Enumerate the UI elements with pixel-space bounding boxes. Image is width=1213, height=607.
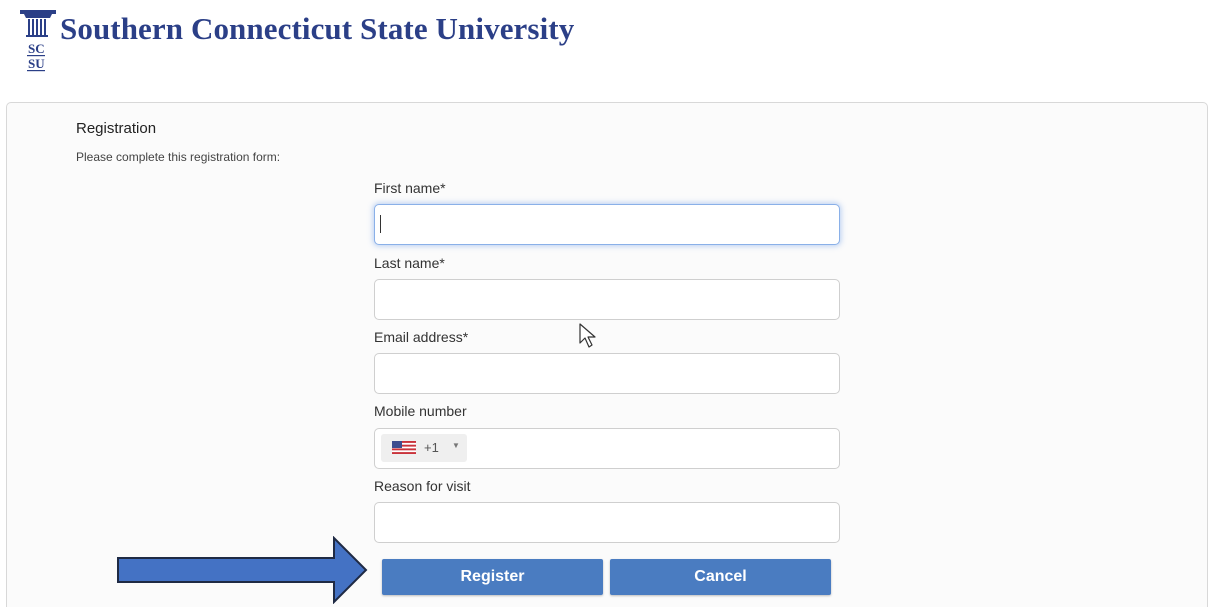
text-caret <box>380 215 381 233</box>
email-input[interactable] <box>374 353 840 394</box>
first-name-input[interactable] <box>374 204 840 245</box>
dial-code: +1 <box>424 440 439 455</box>
mobile-label: Mobile number <box>374 403 467 419</box>
registration-title: Registration <box>76 120 157 137</box>
page: SC SU Southern Connecticut State Univers… <box>0 0 1213 607</box>
chevron-down-icon: ▼ <box>452 441 460 450</box>
last-name-label: Last name* <box>374 255 445 271</box>
us-flag-icon <box>392 441 416 454</box>
right-arrow-annotation-icon <box>117 536 368 604</box>
mouse-pointer-icon <box>579 323 596 348</box>
first-name-label: First name* <box>374 180 446 196</box>
email-label: Email address* <box>374 329 469 345</box>
registration-subtitle: Please complete this registration form: <box>76 150 281 164</box>
cancel-button[interactable]: Cancel <box>610 559 831 595</box>
reason-input[interactable] <box>374 502 840 543</box>
reason-label: Reason for visit <box>374 478 471 494</box>
university-name: Southern Connecticut State University <box>60 11 575 46</box>
last-name-input[interactable] <box>374 279 840 320</box>
svg-text:SU: SU <box>28 56 45 71</box>
svg-text:SC: SC <box>28 41 45 56</box>
register-button[interactable]: Register <box>382 559 603 595</box>
university-logo-icon: SC SU <box>20 10 56 72</box>
